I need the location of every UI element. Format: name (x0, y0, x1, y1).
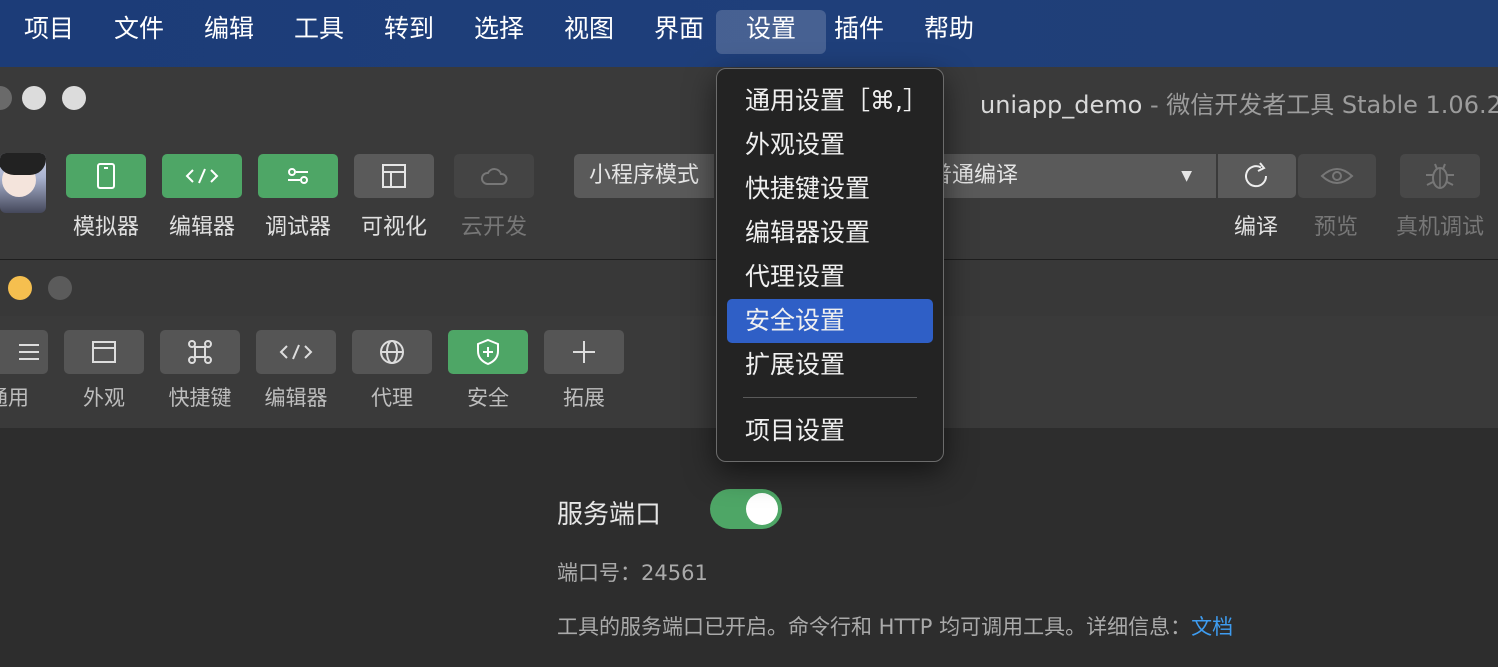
service-port-toggle[interactable] (710, 489, 782, 529)
description-text: 工具的服务端口已开启。命令行和 HTTP 均可调用工具。详细信息： (557, 615, 1192, 639)
window-close-button[interactable] (0, 86, 12, 110)
globe-icon (380, 340, 404, 364)
security-settings-panel: 服务端口 端口号：24561 工具的服务端口已开启。命令行和 HTTP 均可调用… (0, 428, 1498, 667)
compile-mode-select[interactable]: 普通编译 ▼ (940, 154, 1216, 198)
port-number: 端口号：24561 (557, 561, 708, 585)
menu-view[interactable]: 视图 (542, 10, 636, 54)
cloud-label: 云开发 (460, 215, 527, 240)
menu-separator (743, 397, 917, 398)
service-port-description: 工具的服务端口已开启。命令行和 HTTP 均可调用工具。详细信息：文档 (557, 611, 1233, 641)
menu-settings[interactable]: 设置 (716, 10, 826, 54)
avatar[interactable] (0, 153, 46, 213)
refresh-icon (1245, 162, 1268, 188)
menu-item-shortcut-settings[interactable]: 快捷键设置 (727, 167, 933, 211)
device-debug-button[interactable] (1400, 154, 1480, 198)
phone-icon (97, 163, 115, 189)
tab-extension-label: 拓展 (563, 386, 605, 410)
menu-edit[interactable]: 编辑 (182, 10, 276, 54)
sliders-icon (288, 168, 308, 184)
visual-button[interactable] (354, 154, 434, 198)
plus-icon (573, 341, 595, 363)
list-icon (19, 344, 39, 360)
settings-dropdown-menu: 通用设置［⌘,］ 外观设置 快捷键设置 编辑器设置 代理设置 安全设置 扩展设置… (716, 68, 944, 462)
tab-security[interactable] (448, 330, 528, 374)
menu-goto[interactable]: 转到 (362, 10, 456, 54)
debugger-label: 调试器 (264, 215, 331, 240)
menu-item-general-settings[interactable]: 通用设置［⌘,］ (727, 79, 933, 123)
doc-link[interactable]: 文档 (1191, 615, 1233, 639)
window-minimize-button[interactable] (8, 276, 32, 300)
menu-item-proxy-settings[interactable]: 代理设置 (727, 255, 933, 299)
layout-icon (382, 164, 406, 188)
tab-extension[interactable] (544, 330, 624, 374)
menu-item-extension-settings[interactable]: 扩展设置 (727, 343, 933, 387)
tab-general[interactable] (0, 330, 48, 374)
cloud-icon (481, 168, 508, 185)
tab-shortcut-label: 快捷键 (168, 386, 232, 410)
tab-security-label: 安全 (467, 386, 509, 410)
code-icon (185, 168, 219, 184)
simulator-button[interactable] (66, 154, 146, 198)
tab-appearance-label: 外观 (83, 386, 125, 410)
menu-select[interactable]: 选择 (452, 10, 546, 54)
tab-appearance[interactable] (64, 330, 144, 374)
compile-mode-value: 普通编译 (940, 163, 1019, 188)
window-zoom-button[interactable] (62, 86, 86, 110)
editor-button[interactable] (162, 154, 242, 198)
menu-project[interactable]: 项目 (2, 10, 96, 54)
tab-editor[interactable] (256, 330, 336, 374)
menu-item-security-settings[interactable]: 安全设置 (727, 299, 933, 343)
tab-proxy-label: 代理 (371, 386, 413, 410)
window-minimize-button[interactable] (22, 86, 46, 110)
menu-item-project-settings[interactable]: 项目设置 (727, 409, 933, 453)
toggle-knob (746, 493, 778, 525)
project-name: uniapp_demo (980, 91, 1143, 119)
menu-tools[interactable]: 工具 (272, 10, 366, 54)
debugger-button[interactable] (258, 154, 338, 198)
tab-shortcut[interactable] (160, 330, 240, 374)
window-title: uniapp_demo - 微信开发者工具 Stable 1.06.2 (980, 85, 1498, 120)
menu-file[interactable]: 文件 (92, 10, 186, 54)
mode-select[interactable]: 小程序模式 (574, 154, 714, 198)
visual-label: 可视化 (360, 215, 427, 240)
compile-button[interactable] (1218, 154, 1296, 198)
app-name: - 微信开发者工具 Stable 1.06.2 (1142, 91, 1498, 119)
menu-item-appearance-settings[interactable]: 外观设置 (727, 123, 933, 167)
tab-proxy[interactable] (352, 330, 432, 374)
menu-bar: 项目 文件 编辑 工具 转到 选择 视图 界面 设置 插件 帮助 (0, 0, 1498, 67)
command-icon (188, 340, 212, 364)
preview-button[interactable] (1298, 154, 1376, 198)
cloud-button[interactable] (454, 154, 534, 198)
code-icon (279, 344, 313, 360)
menu-plugins[interactable]: 插件 (812, 10, 906, 54)
window-icon (92, 341, 116, 363)
menu-item-editor-settings[interactable]: 编辑器设置 (727, 211, 933, 255)
editor-label: 编辑器 (168, 215, 235, 240)
menu-help[interactable]: 帮助 (902, 10, 996, 54)
tab-general-label: 通用 (0, 386, 29, 410)
shield-icon (477, 338, 499, 366)
eye-icon (1320, 168, 1354, 184)
device-debug-label: 真机调试 (1395, 215, 1484, 240)
window-zoom-button[interactable] (48, 276, 72, 300)
simulator-label: 模拟器 (72, 215, 139, 240)
preview-label: 预览 (1313, 215, 1358, 240)
tab-editor-label: 编辑器 (264, 386, 328, 410)
service-port-title: 服务端口 (557, 500, 662, 530)
menu-interface[interactable]: 界面 (632, 10, 726, 54)
bug-icon (1426, 163, 1454, 189)
caret-down-icon: ▼ (1181, 168, 1192, 184)
